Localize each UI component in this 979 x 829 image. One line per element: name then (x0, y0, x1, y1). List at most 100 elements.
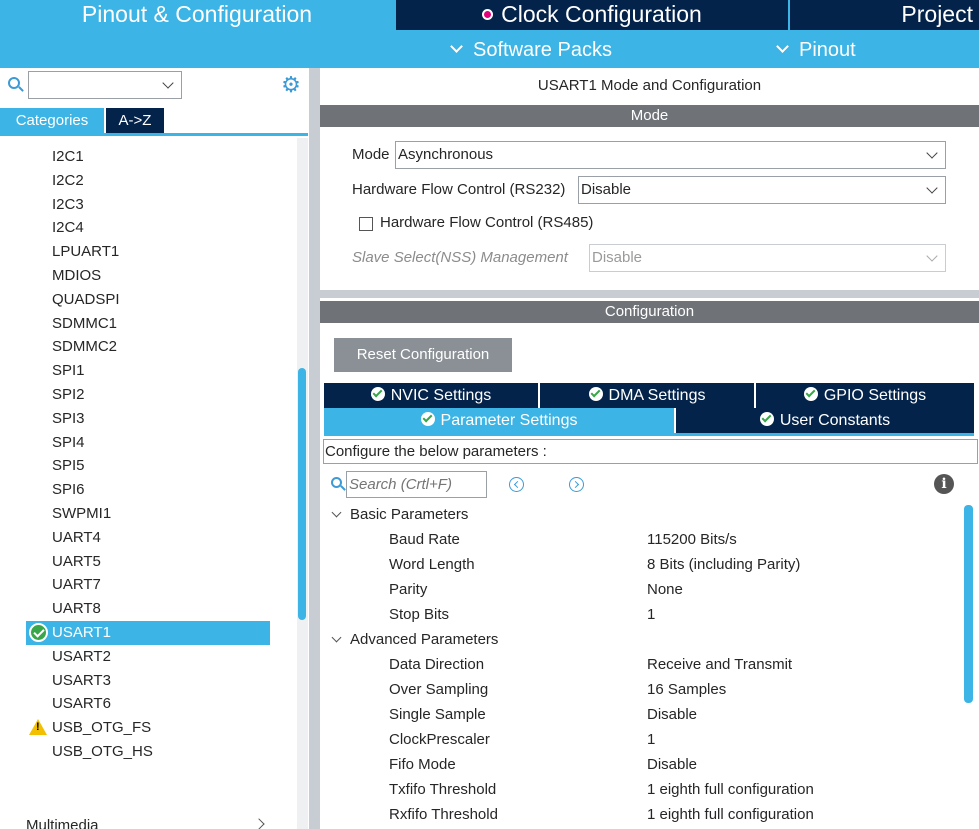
parameter-value[interactable]: 8 Bits (including Parity) (647, 554, 800, 576)
parameter-row[interactable]: Over Sampling 16 Samples (389, 679, 959, 701)
mode-section-header: Mode (320, 105, 979, 127)
list-item[interactable]: USART1 (26, 621, 270, 645)
chevron-down-icon (926, 250, 938, 262)
list-item-label: USART2 (52, 647, 111, 665)
list-item[interactable]: UART8 (26, 597, 270, 621)
tab-clock-label: Clock Configuration (501, 1, 702, 27)
parameter-row[interactable]: Word Length 8 Bits (including Parity) (389, 554, 959, 576)
list-item[interactable]: I2C1 (26, 145, 270, 169)
list-item-label: SPI6 (52, 481, 85, 499)
parameter-row[interactable]: Baud Rate 115200 Bits/s (389, 529, 959, 551)
list-item[interactable]: USART6 (26, 692, 270, 716)
parameter-row[interactable]: Parity None (389, 579, 959, 601)
group-advanced-parameters[interactable]: Advanced Parameters (329, 629, 498, 651)
list-item[interactable]: I2C4 (26, 216, 270, 240)
parameter-value[interactable]: None (647, 579, 683, 601)
pinout-menu[interactable]: Pinout (776, 37, 856, 63)
panel-splitter[interactable] (309, 68, 320, 829)
tab-clock-configuration[interactable]: Clock Configuration (396, 0, 788, 30)
parameter-value[interactable]: Disable (647, 754, 697, 776)
list-item[interactable]: USART3 (26, 669, 270, 693)
parameter-row[interactable]: Txfifo Threshold 1 eighth full configurat… (389, 779, 959, 801)
parameter-value[interactable]: Receive and Transmit (647, 654, 792, 676)
parameter-row[interactable]: Data Direction Receive and Transmit (389, 654, 959, 676)
mode-label: Mode (352, 146, 390, 163)
parameter-row[interactable]: Stop Bits 1 (389, 604, 959, 626)
parameter-row[interactable]: Fifo Mode Disable (389, 754, 959, 776)
info-icon[interactable]: i (934, 474, 954, 494)
list-item-label: USART1 (52, 624, 111, 641)
list-item[interactable]: USART2 (26, 645, 270, 669)
category-multimedia[interactable]: Multimedia (26, 817, 99, 829)
parameter-value[interactable]: Disable (647, 704, 697, 726)
tab-parameter-settings[interactable]: Parameter Settings (324, 408, 674, 433)
list-item[interactable]: I2C3 (26, 193, 270, 217)
list-item[interactable]: SDMMC2 (26, 335, 270, 359)
tab-dma-settings[interactable]: DMA Settings (540, 383, 754, 408)
tab-user-constants[interactable]: User Constants (676, 408, 974, 433)
tab-dma-label: DMA Settings (608, 387, 706, 404)
list-item[interactable]: QUADSPI (26, 288, 270, 312)
tab-nvic-settings[interactable]: NVIC Settings (324, 383, 538, 408)
list-item-label: I2C1 (52, 148, 84, 165)
parameter-name: Txfifo Threshold (389, 781, 497, 798)
list-item-label: I2C3 (52, 195, 84, 213)
list-item[interactable]: LPUART1 (26, 240, 270, 264)
list-item[interactable]: MDIOS (26, 264, 270, 288)
tab-a-to-z[interactable]: A->Z (106, 108, 164, 134)
parameter-value[interactable]: 115200 Bits/s (647, 529, 737, 551)
tab-pinout-configuration[interactable]: Pinout & Configuration (0, 0, 394, 30)
list-item[interactable]: SPI4 (26, 431, 270, 455)
list-scrollbar-thumb[interactable] (298, 368, 306, 620)
software-packs-menu[interactable]: Software Packs (450, 37, 612, 63)
parameter-value[interactable]: 1 eighth full configuration (647, 804, 814, 826)
parameter-value[interactable]: 1 eighth full configuration (647, 779, 814, 801)
list-item[interactable]: SPI3 (26, 407, 270, 431)
search-next-icon[interactable] (569, 477, 584, 492)
list-item[interactable]: SPI2 (26, 383, 270, 407)
section-separator[interactable] (320, 290, 979, 298)
gear-icon[interactable]: ⚙ (280, 74, 302, 96)
reset-configuration-button[interactable]: Reset Configuration (334, 338, 512, 372)
top-tab-bar: Pinout & Configuration Clock Configurati… (0, 0, 979, 68)
tab-project[interactable]: Project (790, 0, 979, 30)
list-item[interactable]: SPI5 (26, 454, 270, 478)
tab-categories[interactable]: Categories (0, 108, 104, 134)
list-item[interactable]: SDMMC1 (26, 312, 270, 336)
list-item-label: SPI2 (52, 386, 85, 403)
tab-gpio-settings[interactable]: GPIO Settings (756, 383, 974, 408)
search-combobox[interactable] (28, 71, 182, 99)
list-item[interactable]: USB_OTG_FS (26, 716, 270, 740)
list-item-label: UART5 (52, 552, 101, 570)
parameter-value[interactable]: 1 (647, 729, 655, 751)
parameter-value[interactable]: 1 (647, 604, 655, 626)
list-item-label: LPUART1 (52, 243, 120, 261)
mode-select[interactable]: Asynchronous (395, 141, 946, 169)
parameter-row[interactable]: Rxfifo Threshold 1 eighth full configurat… (389, 804, 959, 826)
list-item-label: MDIOS (52, 267, 102, 284)
hfc-rs232-select[interactable]: Disable (578, 176, 946, 204)
group-basic-parameters[interactable]: Basic Parameters (329, 504, 468, 526)
check-circle-icon (803, 387, 818, 401)
list-item-label: SDMMC1 (52, 314, 118, 332)
list-item[interactable]: UART4 (26, 526, 270, 550)
list-item[interactable]: UART7 (26, 573, 270, 597)
list-item[interactable]: I2C2 (26, 169, 270, 193)
parameter-value[interactable]: 16 Samples (647, 679, 726, 701)
parameters-scrollbar-thumb[interactable] (964, 505, 973, 703)
parameter-row[interactable]: Single Sample Disable (389, 704, 959, 726)
group-advanced-label: Advanced Parameters (350, 631, 499, 648)
list-item[interactable]: SPI1 (26, 359, 270, 383)
parameter-name: Baud Rate (389, 531, 460, 548)
list-item-label: I2C2 (52, 171, 84, 189)
list-item-label: UART7 (52, 576, 101, 594)
list-item[interactable]: UART5 (26, 550, 270, 574)
chevron-down-icon (926, 147, 938, 159)
list-item[interactable]: USB_OTG_HS (26, 740, 270, 764)
parameter-search-input[interactable] (346, 471, 487, 498)
list-item[interactable]: SPI6 (26, 478, 270, 502)
search-previous-icon[interactable] (509, 477, 524, 492)
hfc-rs485-checkbox[interactable] (359, 217, 373, 231)
parameter-row[interactable]: ClockPrescaler 1 (389, 729, 959, 751)
list-item[interactable]: SWPMI1 (26, 502, 270, 526)
